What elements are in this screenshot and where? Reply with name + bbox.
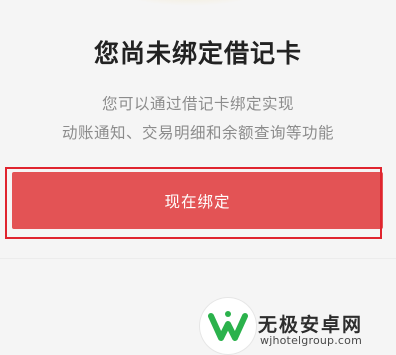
top-decoration <box>110 0 270 6</box>
card-description-line1: 您可以通过借记卡绑定实现 <box>101 95 294 113</box>
card-description-line2: 动账通知、交易明细和余额查询等功能 <box>61 124 334 142</box>
card-title: 您尚未绑定借记卡 <box>93 39 302 68</box>
watermark-url: wjhotelgroup.com <box>260 334 363 347</box>
watermark-title: 无极安卓网 <box>258 314 364 336</box>
bind-card: 您尚未绑定借记卡 您可以通过借记卡绑定实现 动账通知、交易明细和余额查询等功能 … <box>0 0 396 355</box>
watermark: 无极安卓网 wjhotelgroup.com <box>200 298 396 355</box>
watermark-logo-icon <box>200 298 256 354</box>
divider <box>0 258 396 259</box>
highlight-box <box>5 167 382 239</box>
